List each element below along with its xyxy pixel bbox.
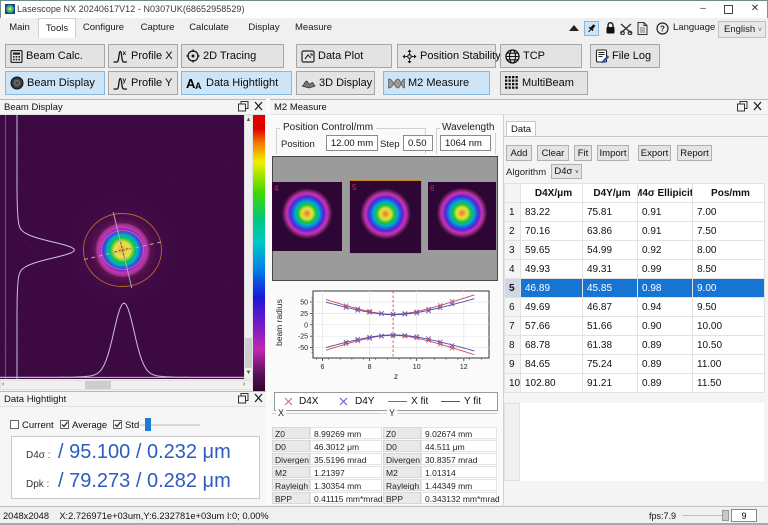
svg-text:12: 12 bbox=[460, 364, 468, 371]
svg-text:-50: -50 bbox=[298, 345, 308, 352]
svg-text:-25: -25 bbox=[298, 334, 308, 341]
svg-text:10: 10 bbox=[413, 364, 421, 371]
svg-text:z: z bbox=[394, 372, 398, 380]
svg-text:4: 4 bbox=[274, 184, 279, 193]
svg-text:y: y bbox=[123, 77, 127, 84]
svg-text:50: 50 bbox=[300, 300, 308, 307]
svg-text:5: 5 bbox=[352, 183, 357, 192]
svg-text:6: 6 bbox=[321, 364, 325, 371]
svg-text:0: 0 bbox=[304, 322, 308, 329]
svg-text:8: 8 bbox=[368, 364, 372, 371]
svg-text:?: ? bbox=[660, 24, 665, 33]
svg-text:25: 25 bbox=[300, 311, 308, 318]
svg-text:x: x bbox=[123, 50, 127, 57]
svg-text:A: A bbox=[195, 81, 202, 90]
svg-text:6: 6 bbox=[430, 184, 435, 193]
svg-text:beam radius: beam radius bbox=[274, 299, 284, 346]
